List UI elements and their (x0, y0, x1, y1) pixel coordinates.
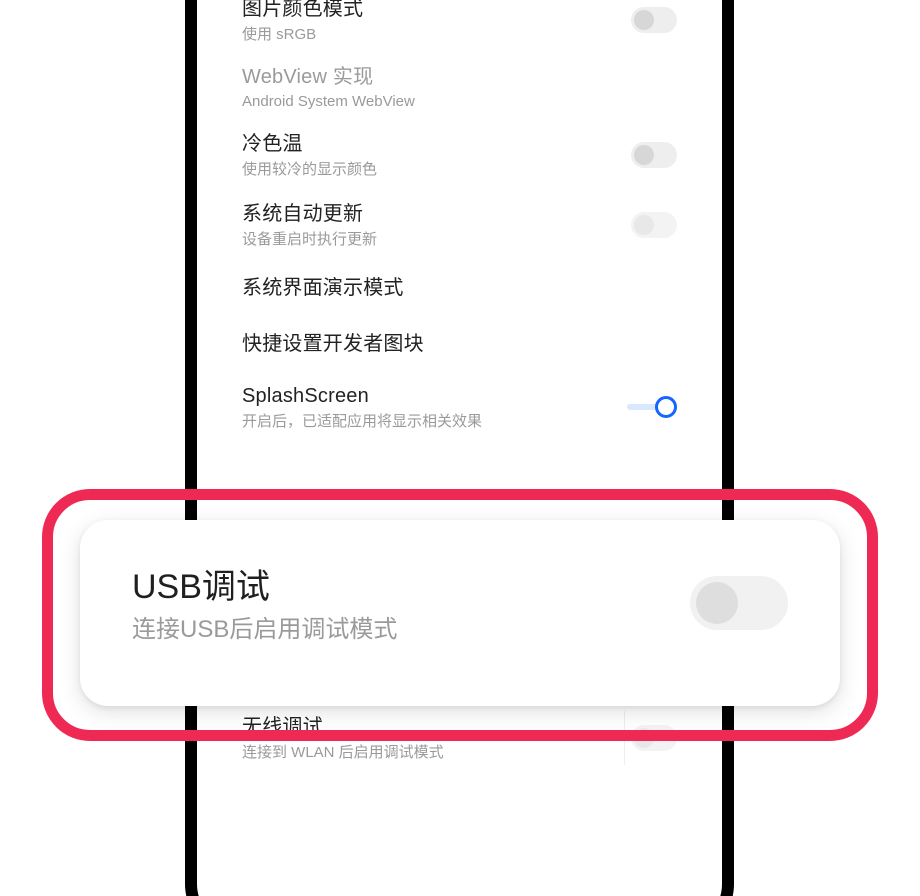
settings-list: 图片颜色模式 使用 sRGB WebView 实现 Android System… (200, 0, 719, 442)
row-sub: 设备重启时执行更新 (242, 229, 377, 250)
row-title: 快捷设置开发者图块 (242, 330, 424, 358)
phone-screen: 查看和控制当前正在运行的服务 图片颜色模式 使用 sRGB WebView 实现… (200, 0, 719, 896)
row-sub: 使用较冷的显示颜色 (242, 159, 377, 180)
row-sub: 连接到 WLAN 后启用调试模式 (242, 742, 444, 763)
row-splashscreen[interactable]: SplashScreen 开启后，已适配应用将显示相关效果 (200, 372, 719, 442)
row-system-auto-update[interactable]: 系统自动更新 设备重启时执行更新 (200, 190, 719, 260)
highlight-border (42, 489, 878, 741)
row-title: 系统界面演示模式 (242, 274, 404, 302)
toggle-picture-color-mode[interactable] (631, 7, 677, 33)
row-webview-impl[interactable]: WebView 实现 Android System WebView (200, 55, 719, 120)
row-sub: 开启后，已适配应用将显示相关效果 (242, 411, 482, 432)
row-quick-settings-dev-tiles[interactable]: 快捷设置开发者图块 (200, 316, 719, 372)
row-title: 图片颜色模式 (242, 0, 363, 23)
row-title: SplashScreen (242, 382, 482, 410)
row-title: 系统自动更新 (242, 200, 377, 228)
row-system-ui-demo-mode[interactable]: 系统界面演示模式 (200, 260, 719, 316)
row-sub: 使用 sRGB (242, 24, 363, 45)
toggle-system-auto-update[interactable] (631, 212, 677, 238)
row-sub: Android System WebView (242, 91, 415, 112)
toggle-cool-color-temp[interactable] (631, 142, 677, 168)
row-picture-color-mode[interactable]: 图片颜色模式 使用 sRGB (200, 0, 719, 55)
toggle-splashscreen[interactable] (623, 394, 677, 420)
row-title: 冷色温 (242, 130, 377, 158)
row-title: WebView 实现 (242, 63, 415, 91)
row-cool-color-temp[interactable]: 冷色温 使用较冷的显示颜色 (200, 120, 719, 190)
phone-frame: 查看和控制当前正在运行的服务 图片颜色模式 使用 sRGB WebView 实现… (185, 0, 734, 896)
